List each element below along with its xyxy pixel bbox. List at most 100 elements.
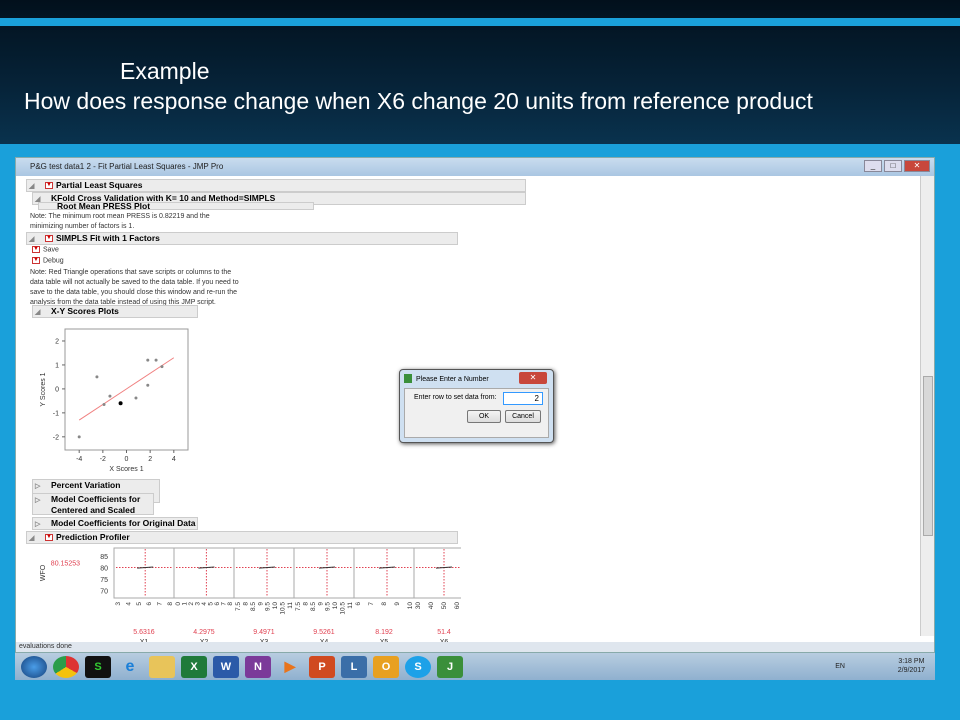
save-menu[interactable]: ▼ Save bbox=[32, 246, 59, 253]
excel-icon[interactable]: X bbox=[181, 655, 207, 678]
x-tick-label: 9.5 bbox=[265, 602, 272, 611]
data-point bbox=[95, 375, 99, 379]
red-triangle-note: Note: Red Triangle operations that save … bbox=[30, 269, 239, 306]
cancel-button[interactable]: Cancel bbox=[505, 410, 541, 423]
x-tick-label: 50 bbox=[441, 602, 448, 610]
disclosure-icon[interactable]: ◢ bbox=[29, 234, 34, 245]
factor-value: 8.192 bbox=[375, 629, 393, 636]
explorer-icon[interactable] bbox=[149, 655, 175, 678]
y-tick-label: 85 bbox=[100, 554, 108, 561]
prediction-profiler-header[interactable]: ◢ ▼ Prediction Profiler bbox=[26, 531, 458, 544]
y-tick-label: -1 bbox=[53, 410, 59, 417]
outlook-icon[interactable]: O bbox=[373, 655, 399, 678]
plot-frame bbox=[64, 328, 189, 451]
simpls-header[interactable]: ◢ ▼ SIMPLS Fit with 1 Factors bbox=[26, 232, 458, 245]
x-tick-label: 7 bbox=[368, 602, 375, 606]
red-triangle-icon[interactable]: ▼ bbox=[45, 534, 53, 542]
red-triangle-icon[interactable]: ▼ bbox=[32, 257, 40, 264]
x-tick-label: 7.5 bbox=[235, 602, 242, 611]
word-icon[interactable]: W bbox=[213, 655, 239, 678]
data-point bbox=[146, 383, 150, 387]
dialog-close-button[interactable]: ✕ bbox=[519, 372, 547, 384]
red-triangle-icon[interactable]: ▼ bbox=[45, 235, 53, 243]
y-tick-label: 70 bbox=[100, 589, 108, 596]
x-tick-label: 8 bbox=[242, 602, 249, 606]
dialog-title: Please Enter a Number bbox=[416, 376, 489, 383]
ok-button[interactable]: OK bbox=[467, 410, 501, 423]
pls-header[interactable]: ◢ ▼ Partial Least Squares bbox=[26, 179, 526, 192]
x-tick-label: 4 bbox=[172, 456, 176, 463]
x-tick-label: 10.5 bbox=[340, 602, 347, 615]
model-coef-centered-header[interactable]: ▷ Model Coefficients for Centered and Scal… bbox=[32, 493, 154, 526]
clock-time[interactable]: 3:18 PM bbox=[898, 657, 925, 666]
clock-date[interactable]: 2/9/2017 bbox=[898, 666, 925, 675]
disclosure-icon[interactable]: ◢ bbox=[35, 307, 40, 318]
jmp-icon bbox=[404, 374, 412, 383]
press-note: Note: The minimum root mean PRESS is 0.8… bbox=[30, 213, 210, 230]
profile-cell bbox=[353, 547, 415, 599]
disclosure-icon[interactable]: ▷ bbox=[35, 481, 40, 492]
x-tick-label: 11 bbox=[287, 602, 294, 609]
red-triangle-icon[interactable]: ▼ bbox=[32, 246, 40, 253]
current-response-value: 80.15253 bbox=[51, 561, 80, 568]
debug-menu[interactable]: ▼ Debug bbox=[32, 257, 64, 264]
x-axis-label: X Scores 1 bbox=[109, 466, 143, 473]
xy-scores-plot: -4 -2 0 2 4 -2 -1 0 1 2 X Scores 1 Y Scores 1 bbox=[40, 328, 189, 473]
x-tick-label: 8.5 bbox=[250, 602, 257, 611]
y-tick-label: 2 bbox=[55, 338, 59, 345]
maximize-button[interactable]: □ bbox=[884, 160, 902, 172]
minimize-button[interactable]: _ bbox=[864, 160, 882, 172]
media-icon[interactable]: ▶ bbox=[277, 656, 303, 678]
x-tick-label: 7.5 bbox=[295, 602, 302, 611]
row-input[interactable] bbox=[503, 392, 543, 405]
profile-cell bbox=[173, 547, 235, 599]
ie-icon[interactable]: e bbox=[117, 656, 143, 678]
y-axis-label: Y Scores 1 bbox=[40, 372, 47, 406]
start-button[interactable] bbox=[21, 655, 47, 678]
x-tick-label: 10 bbox=[272, 602, 279, 610]
powerpoint-icon[interactable]: P bbox=[309, 655, 335, 678]
jmp-taskbar-icon[interactable]: J bbox=[437, 655, 463, 678]
app-s-icon[interactable]: S bbox=[85, 655, 111, 678]
y-tick-label: 1 bbox=[55, 362, 59, 369]
divider bbox=[0, 144, 960, 150]
x-tick-label: 11 bbox=[347, 602, 354, 609]
lync-icon[interactable]: L bbox=[341, 655, 367, 678]
vertical-scrollbar[interactable] bbox=[920, 176, 934, 636]
x-tick-label: 5 bbox=[136, 602, 143, 606]
chrome-icon[interactable] bbox=[53, 655, 79, 678]
factor-value: 9.5261 bbox=[313, 629, 335, 636]
factor-value: 4.2975 bbox=[193, 629, 215, 636]
x-tick-label: 8 bbox=[302, 602, 309, 606]
x-tick-label: -4 bbox=[76, 456, 82, 463]
data-point bbox=[108, 394, 112, 398]
profile-cell bbox=[413, 547, 461, 599]
disclosure-icon[interactable]: ◢ bbox=[29, 533, 34, 544]
slide-title: Example bbox=[120, 58, 210, 84]
x-tick-label: 4 bbox=[125, 602, 132, 606]
system-tray: EN 3:18 PM 2/9/2017 bbox=[835, 657, 925, 675]
language-indicator[interactable]: EN bbox=[835, 662, 845, 671]
y-tick-label: 0 bbox=[55, 386, 59, 393]
close-button[interactable]: ✕ bbox=[904, 160, 930, 172]
skype-icon[interactable]: S bbox=[405, 655, 431, 678]
window-titlebar: P&G test data1 2 - Fit Partial Least Squ… bbox=[16, 158, 934, 176]
model-coef-original-header[interactable]: ▷ Model Coefficients for Original Data bbox=[32, 517, 198, 530]
disclosure-icon[interactable]: ▷ bbox=[35, 495, 40, 506]
disclosure-icon[interactable]: ◢ bbox=[29, 181, 34, 192]
slide-subtitle: How does response change when X6 change … bbox=[24, 88, 813, 114]
red-triangle-icon[interactable]: ▼ bbox=[45, 182, 53, 190]
xy-scores-header[interactable]: ◢ X-Y Scores Plots bbox=[32, 305, 198, 318]
x-tick-label: 9.5 bbox=[325, 602, 332, 611]
x-tick-label: 9 bbox=[317, 602, 324, 606]
x-tick-label: 9 bbox=[257, 602, 264, 606]
disclosure-icon[interactable]: ▷ bbox=[35, 519, 40, 530]
factor-value: 9.4971 bbox=[253, 629, 275, 636]
x-tick-label: 10 bbox=[407, 602, 414, 610]
x-tick-label: 8 bbox=[381, 602, 388, 606]
factor-value: 5.6316 bbox=[133, 629, 155, 636]
scrollbar-thumb[interactable] bbox=[923, 376, 933, 536]
row-label: Enter row to set data from: bbox=[414, 394, 497, 401]
onenote-icon[interactable]: N bbox=[245, 655, 271, 678]
root-mean-press-header[interactable]: Root Mean PRESS Plot bbox=[38, 202, 314, 210]
